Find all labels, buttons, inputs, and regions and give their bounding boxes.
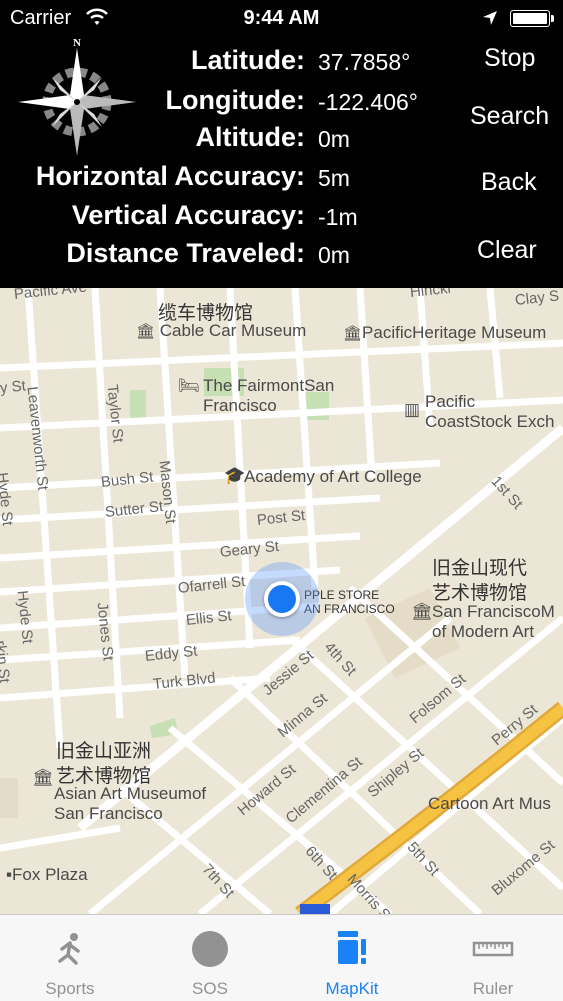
poi-sfmoma-cn-line1: 旧金山现代 (432, 558, 528, 579)
poi-asian-art-cn-line1: 旧金山亚洲 (56, 741, 152, 762)
poi-sfmoma-line1[interactable]: San FranciscoM (432, 602, 555, 622)
tab-sos[interactable]: SOS (140, 915, 280, 1001)
poi-asian-art-line1[interactable]: Asian Art Museumof (54, 784, 206, 804)
poi-cable-car-museum[interactable]: 🏛 Cable Car Museum (136, 321, 306, 341)
museum-icon: 🏛 (136, 323, 156, 340)
poi-sfmoma-cn-line2: 艺术博物馆 (432, 583, 528, 604)
search-button[interactable]: Search (470, 102, 549, 131)
runner-icon (58, 933, 80, 965)
tab-sos-label: SOS (192, 979, 228, 998)
hotel-icon: 🛏 (178, 376, 200, 395)
battery-icon (510, 10, 554, 27)
clock: 9:44 AM (243, 7, 320, 29)
compass-north-label: N (73, 37, 81, 49)
horizontal-accuracy-label: Horizontal Accuracy: (35, 161, 305, 191)
back-button[interactable]: Back (481, 168, 537, 197)
horizontal-accuracy-value: 5m (318, 165, 350, 191)
latitude-label: Latitude: (191, 45, 305, 75)
compass-rose-icon: N (18, 37, 136, 156)
poi-pacific-coast-line1[interactable]: Pacific (425, 392, 475, 412)
user-location-dot[interactable] (264, 581, 300, 617)
tab-mapkit[interactable]: MapKit (282, 915, 422, 1001)
status-bar: Carrier 9:44 AM (0, 0, 563, 36)
poi-cable-car-museum-label: Cable Car Museum (159, 321, 307, 340)
map-icon (338, 931, 366, 964)
poi-asian-art-line2[interactable]: San Francisco (54, 804, 163, 824)
vertical-accuracy-value: -1m (318, 204, 358, 230)
location-info-panel: N Latitude: 37.7858° Longitude: -122.406… (0, 36, 563, 288)
poi-fairmont-line2[interactable]: Francisco (203, 396, 277, 416)
latitude-value: 37.7858° (318, 49, 411, 75)
poi-fairmont-line1[interactable]: The FairmontSan (203, 376, 334, 396)
building-icon: ▥ (404, 400, 421, 419)
circle-icon (192, 931, 228, 967)
tab-bar: Sports SOS MapKit Ruler (0, 914, 563, 1001)
distance-traveled-value: 0m (318, 242, 350, 268)
distance-traveled-label: Distance Traveled: (66, 238, 305, 268)
longitude-value: -122.406° (318, 89, 418, 115)
map-view[interactable]: 缆车博物馆 🏛 Cable Car Museum 🏛PacificHeritag… (0, 288, 563, 914)
poi-sfmoma-line2[interactable]: of Modern Art (432, 622, 534, 642)
museum-icon: 🏛 (343, 325, 363, 342)
longitude-label: Longitude: (165, 85, 305, 115)
ruler-icon (472, 941, 514, 957)
vertical-accuracy-label: Vertical Accuracy: (71, 200, 305, 230)
tab-sports[interactable]: Sports (0, 915, 140, 1001)
poi-fox-plaza[interactable]: ▪Fox Plaza (6, 865, 88, 885)
poi-pacific-heritage-museum-label: PacificHeritage Museum (362, 323, 547, 342)
altitude-label: Altitude: (195, 122, 305, 152)
tab-mapkit-label: MapKit (325, 979, 379, 998)
poi-pacific-heritage-museum[interactable]: 🏛PacificHeritage Museum (343, 323, 546, 343)
museum-icon: 🏛 (32, 768, 54, 787)
poi-fox-plaza-label: Fox Plaza (12, 865, 88, 884)
poi-cartoon-art-museum[interactable]: Cartoon Art Mus (428, 794, 551, 814)
tab-ruler-label: Ruler (472, 979, 514, 998)
museum-icon: 🏛 (411, 602, 433, 621)
clear-button[interactable]: Clear (477, 236, 537, 265)
poi-academy-of-art[interactable]: Academy of Art College (244, 467, 422, 487)
location-arrow-icon (482, 9, 498, 32)
tab-ruler[interactable]: Ruler (423, 915, 563, 1001)
tab-sports-label: Sports (45, 979, 95, 998)
graduation-cap-icon: 🎓 (224, 466, 246, 485)
poi-pacific-coast-line2[interactable]: CoastStock Exch (425, 412, 554, 432)
stop-button[interactable]: Stop (484, 44, 535, 73)
altitude-value: 0m (318, 126, 350, 152)
